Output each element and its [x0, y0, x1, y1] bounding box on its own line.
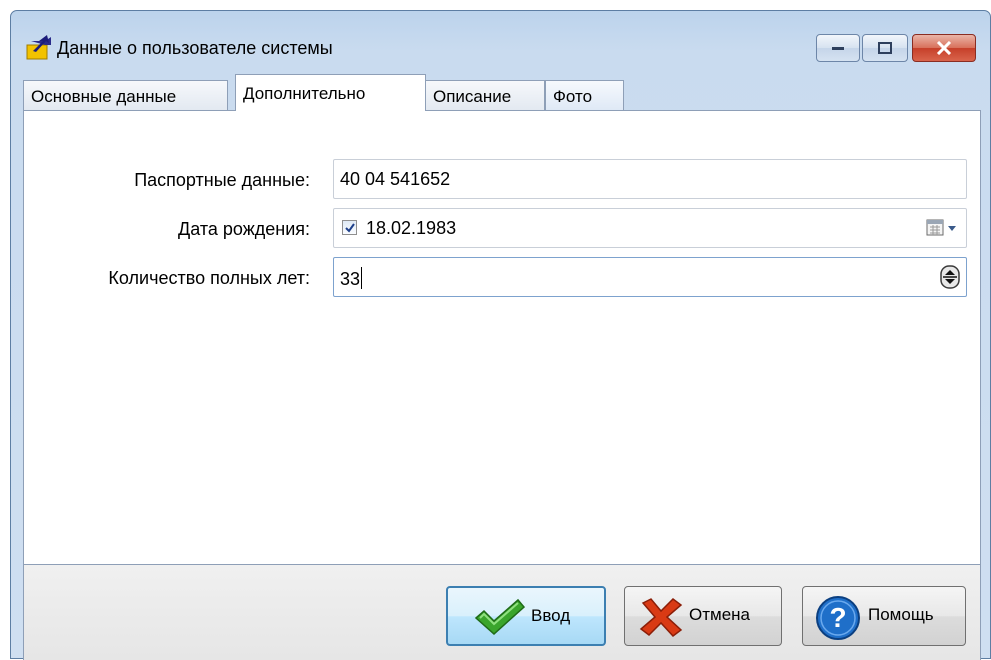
dialog-window: Данные о пользователе системы Основные д… [10, 10, 991, 660]
minimize-button[interactable] [816, 34, 860, 62]
cancel-button[interactable]: Отмена [624, 586, 782, 646]
spin-up-down-icon[interactable] [940, 265, 960, 289]
full-years-value: 33 [340, 269, 361, 289]
birth-date-value: 18.02.1983 [366, 218, 457, 238]
svg-text:?: ? [829, 602, 846, 633]
question-circle-icon: ? [816, 596, 860, 640]
birth-date-label: Дата рождения: [178, 219, 310, 239]
cross-icon [639, 598, 683, 637]
ok-button-label: Ввод [531, 606, 571, 625]
maximize-button[interactable] [862, 34, 908, 62]
tab-photo[interactable]: Фото [545, 80, 624, 110]
full-years-spinner[interactable]: 33 [333, 257, 967, 297]
close-button[interactable] [912, 34, 976, 62]
birth-date-checkbox[interactable] [342, 220, 357, 235]
tab-main-data[interactable]: Основные данные [23, 80, 228, 110]
tab-description[interactable]: Описание [425, 80, 545, 110]
close-icon [936, 41, 952, 55]
title-bar[interactable]: Данные о пользователе системы [11, 11, 990, 81]
birth-date-picker[interactable]: 18.02.1983 [333, 208, 967, 248]
tab-strip: Основные данные Дополнительно Описание Ф… [23, 74, 983, 111]
folder-arrow-icon [25, 35, 51, 61]
help-button[interactable]: ? Помощь [802, 586, 966, 646]
button-bar: Ввод Отмена ? Помощь [23, 565, 981, 660]
passport-label: Паспортные данные: [134, 170, 310, 190]
maximize-icon [878, 42, 892, 54]
minimize-icon [832, 47, 844, 50]
passport-input[interactable]: 40 04 541652 [333, 159, 967, 199]
tab-additional[interactable]: Дополнительно [235, 74, 426, 111]
tab-panel-additional: Паспортные данные: 40 04 541652 Дата рож… [23, 110, 981, 565]
text-caret [361, 267, 363, 289]
help-button-label: Помощь [868, 605, 934, 624]
checkmark-icon [474, 598, 526, 636]
passport-value: 40 04 541652 [340, 169, 451, 189]
full-years-label: Количество полных лет: [108, 268, 310, 288]
calendar-dropdown-icon[interactable] [926, 218, 960, 238]
window-title: Данные о пользователе системы [57, 38, 333, 58]
ok-button[interactable]: Ввод [446, 586, 606, 646]
checkmark-icon [345, 223, 355, 233]
cancel-button-label: Отмена [689, 605, 750, 624]
